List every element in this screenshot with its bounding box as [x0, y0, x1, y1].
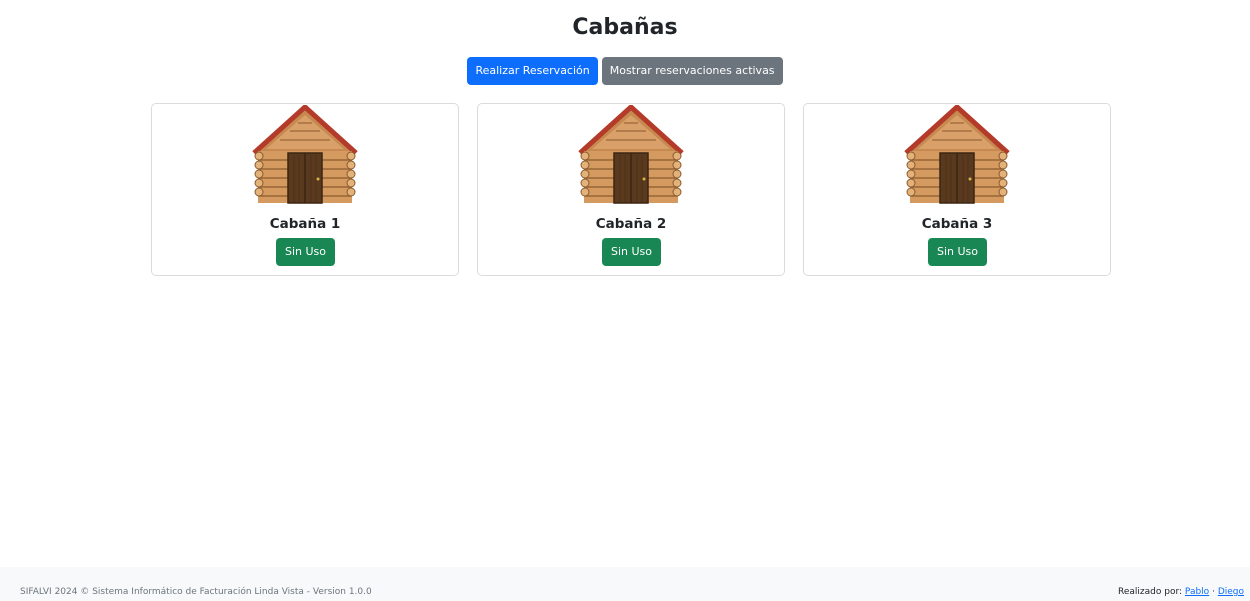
cabin-status-button[interactable]: Sin Uso	[928, 238, 987, 266]
footer-credits: Realizado por: Pablo · Diego	[1118, 587, 1244, 597]
cabin-name: Cabaña 1	[269, 216, 341, 232]
action-bar: Realizar Reservación Mostrar reservacion…	[0, 57, 1250, 85]
page: Cabañas Realizar Reservación Mostrar res…	[0, 0, 1250, 601]
show-active-reservations-button[interactable]: Mostrar reservaciones activas	[601, 57, 783, 85]
page-title: Cabañas	[572, 15, 678, 40]
cabin-card-1: Cabaña 1 Sin Uso	[151, 103, 459, 276]
cabin-name: Cabaña 2	[595, 216, 667, 232]
footer-separator: ·	[1212, 587, 1215, 597]
cabin-card-2: Cabaña 2 Sin Uso	[477, 103, 785, 276]
log-cabin-icon	[578, 105, 684, 204]
cabin-cards: Cabaña 1 Sin Uso Cabaña 2 Sin Uso Cabaña…	[151, 103, 1111, 276]
footer: SIFALVI 2024 © Sistema Informático de Fa…	[0, 567, 1250, 601]
cabin-status-button[interactable]: Sin Uso	[276, 238, 335, 266]
cabin-status-button[interactable]: Sin Uso	[602, 238, 661, 266]
log-cabin-icon	[252, 105, 358, 204]
footer-copyright: SIFALVI 2024 © Sistema Informático de Fa…	[20, 587, 372, 597]
footer-credits-label: Realizado por:	[1118, 587, 1183, 597]
log-cabin-icon	[904, 105, 1010, 204]
author-link-diego[interactable]: Diego	[1218, 587, 1244, 597]
author-link-pablo[interactable]: Pablo	[1185, 587, 1209, 597]
cabin-name: Cabaña 3	[921, 216, 993, 232]
cabin-card-3: Cabaña 3 Sin Uso	[803, 103, 1111, 276]
make-reservation-button[interactable]: Realizar Reservación	[467, 57, 598, 85]
